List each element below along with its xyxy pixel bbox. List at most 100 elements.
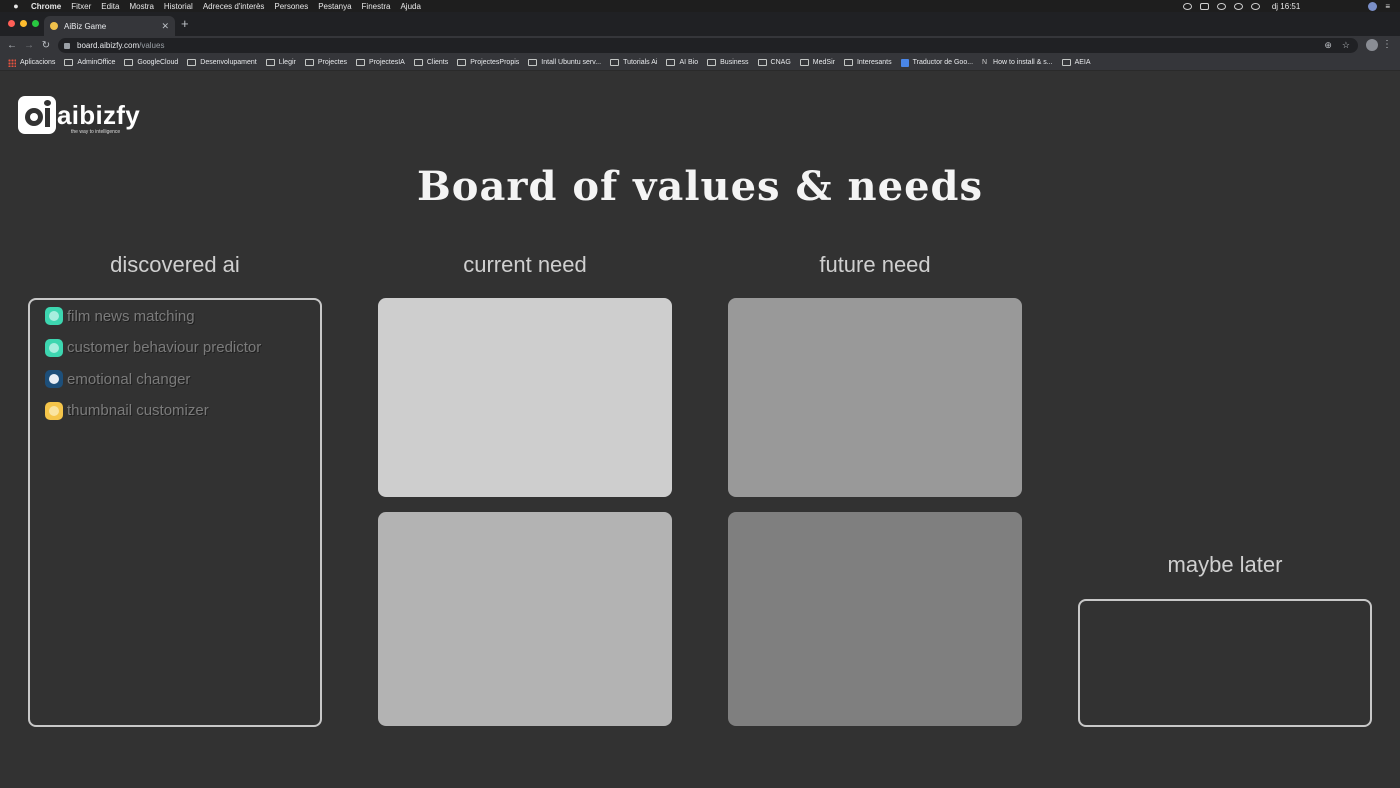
menu-item-finestra[interactable]: Finestra [362, 2, 391, 11]
screen-mirror-icon[interactable] [1182, 2, 1192, 10]
menu-item-adreces[interactable]: Adreces d'interès [203, 2, 265, 11]
current-need-slot-2[interactable] [378, 512, 672, 726]
bookmark-label: CNAG [770, 59, 791, 66]
address-bar[interactable]: board.aibizfy.com/values ⊕ ☆ [58, 38, 1358, 53]
omnibox-actions: ⊕ ☆ [1324, 40, 1350, 51]
current-need-slot-1[interactable] [378, 298, 672, 497]
bookmark-item[interactable]: Interesants [843, 59, 892, 66]
ai-card-customer-behaviour-predictor[interactable]: customer behaviour predictor [45, 338, 320, 358]
menu-item-persones[interactable]: Persones [274, 2, 308, 11]
bookmark-item[interactable]: ProjectesPropis [457, 59, 519, 66]
bookmark-item[interactable]: N How to install & s... [982, 59, 1053, 67]
bookmark-item[interactable]: AI Bio [666, 59, 698, 66]
forward-arrow-icon[interactable]: → [23, 40, 35, 51]
bookmark-item[interactable]: Intall Ubuntu serv... [528, 59, 601, 66]
ai-card-film-news-matching[interactable]: film news matching [45, 306, 320, 326]
emotion-icon [45, 370, 63, 388]
maybe-later-heading: maybe later [1167, 552, 1283, 577]
more-menu-icon[interactable]: ⋮ [1382, 39, 1392, 50]
folder-icon [799, 59, 809, 66]
bookmark-label: Projectes [317, 59, 348, 66]
bookmark-item[interactable]: Desenvolupament [187, 59, 257, 66]
bookmark-item[interactable]: Projectes [304, 59, 348, 66]
bookmark-label: Intall Ubuntu serv... [541, 59, 602, 66]
bookmark-label: Tutorials Ai [623, 59, 658, 66]
bookmark-item[interactable]: Clients [413, 59, 449, 66]
icloud-icon[interactable] [1233, 2, 1243, 10]
thumbnail-icon [45, 401, 63, 420]
bookmark-label: AEIA [1074, 59, 1091, 66]
lock-icon[interactable] [64, 42, 70, 49]
folder-icon [413, 59, 423, 66]
folder-icon [265, 59, 275, 66]
apps-grid-icon [8, 58, 16, 67]
aibizfy-logo[interactable]: aibizfy the way to intelligence [18, 96, 140, 135]
folder-icon [64, 59, 74, 66]
bookmark-label: Clients [426, 59, 449, 66]
tab-aibiz-game[interactable]: AiBiz Game ✕ [44, 16, 175, 36]
url-host: board.aibizfy.com [77, 41, 140, 50]
future-need-slot-2[interactable] [728, 512, 1022, 726]
bookmark-label: Interesants [856, 59, 892, 66]
maybe-later-dropzone[interactable] [1078, 599, 1372, 727]
discovered-ai-heading: discovered ai [110, 252, 240, 277]
folder-icon [457, 59, 467, 66]
ai-card-label: thumbnail customizer [67, 402, 209, 419]
bookmark-label: AdminOffice [77, 59, 116, 66]
siri-icon[interactable] [1368, 1, 1378, 11]
bookmark-item[interactable]: GoogleCloud [124, 59, 178, 66]
menu-app-chrome[interactable]: Chrome [31, 2, 61, 11]
cloud-icon[interactable] [1216, 2, 1226, 10]
hexagon-icon [45, 338, 63, 357]
menu-item-edita[interactable]: Edita [101, 2, 119, 11]
menu-item-historial[interactable]: Historial [164, 2, 193, 11]
minimize-window-button[interactable] [20, 20, 27, 27]
menu-item-pestanya[interactable]: Pestanya [318, 2, 351, 11]
bookmark-item[interactable]: AdminOffice [64, 59, 115, 66]
close-window-button[interactable] [8, 20, 15, 27]
install-app-icon[interactable]: ⊕ [1324, 40, 1332, 51]
folder-icon [187, 59, 197, 66]
menu-item-mostra[interactable]: Mostra [129, 2, 153, 11]
close-tab-icon[interactable]: ✕ [161, 21, 169, 32]
future-need-heading: future need [819, 252, 931, 277]
bookmark-label: ProjectesIA [369, 59, 405, 66]
menu-bar-clock[interactable]: dj 16:51 [1272, 2, 1300, 11]
bookmark-label: How to install & s... [993, 59, 1053, 66]
bookmark-label: MedSir [812, 59, 835, 66]
bookmark-label: Llegir [278, 59, 296, 66]
dropbox-icon[interactable] [1199, 2, 1209, 10]
bookmark-item[interactable]: Business [707, 59, 749, 66]
bookmark-item[interactable]: Llegir [265, 59, 296, 66]
zoom-window-button[interactable] [32, 20, 39, 27]
bookmark-label: Business [720, 59, 749, 66]
future-need-slot-1[interactable] [728, 298, 1022, 497]
reload-icon[interactable]: ↻ [40, 40, 52, 51]
folder-icon [707, 59, 717, 66]
control-center-icon[interactable]: ≡ [1385, 2, 1390, 11]
bookmark-item[interactable]: MedSir [799, 59, 835, 66]
back-arrow-icon[interactable]: ← [6, 40, 18, 51]
bookmark-item[interactable]: AEIA [1061, 59, 1091, 66]
apple-menu-icon[interactable]: ● [10, 1, 22, 11]
profile-avatar[interactable] [1366, 39, 1378, 51]
bookmark-label: ProjectesPropis [470, 59, 520, 66]
bookmark-star-icon[interactable]: ☆ [1342, 40, 1350, 51]
ai-card-emotional-changer[interactable]: emotional changer [45, 369, 320, 389]
menu-item-fitxer[interactable]: Fitxer [71, 2, 91, 11]
discovered-ai-dropzone[interactable]: film news matching customer behaviour pr… [28, 298, 322, 727]
bookmark-item[interactable]: Traductor de Goo... [900, 58, 973, 67]
logo-tagline: the way to intelligence [71, 129, 121, 135]
ai-card-thumbnail-customizer[interactable]: thumbnail customizer [45, 401, 320, 421]
bookmark-item[interactable]: ProjectesIA [356, 59, 405, 66]
new-tab-button[interactable]: + [181, 17, 189, 31]
menu-item-ajuda[interactable]: Ajuda [400, 2, 420, 11]
google-translate-icon [900, 58, 909, 67]
bookmark-item[interactable]: Tutorials Ai [610, 59, 657, 66]
folder-icon [666, 59, 676, 66]
window-controls [8, 20, 39, 27]
bookmark-apps[interactable]: Aplicacions [8, 58, 55, 67]
bookmark-item[interactable]: CNAG [757, 59, 791, 66]
wifi-icon[interactable] [1250, 2, 1260, 10]
folder-icon [757, 59, 767, 66]
